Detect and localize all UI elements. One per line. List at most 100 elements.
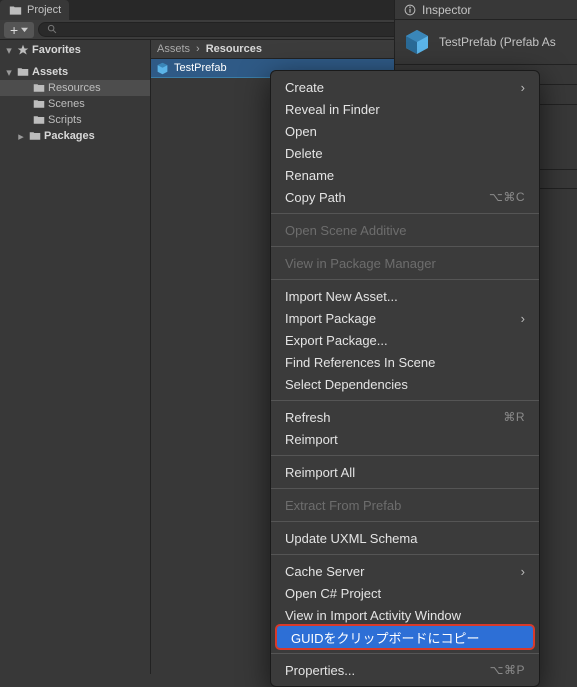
prefab-icon (155, 61, 169, 75)
menu-create[interactable]: Create › (271, 76, 539, 98)
separator (271, 653, 539, 654)
separator (271, 455, 539, 456)
menu-select-dependencies[interactable]: Select Dependencies (271, 373, 539, 395)
menu-label: View in Import Activity Window (285, 608, 461, 623)
menu-delete[interactable]: Delete (271, 142, 539, 164)
chevron-right-icon: ▸ (16, 130, 26, 143)
info-icon (403, 3, 417, 17)
inspector-title: TestPrefab (Prefab As (439, 35, 556, 49)
folder-icon (16, 65, 30, 79)
chevron-down-icon: ▾ (4, 44, 14, 57)
menu-open[interactable]: Open (271, 120, 539, 142)
menu-export-package[interactable]: Export Package... (271, 329, 539, 351)
folder-icon (8, 3, 22, 17)
chevron-right-icon: › (196, 43, 200, 55)
menu-refresh[interactable]: Refresh⌘R (271, 406, 539, 428)
chevron-down-icon: ▾ (4, 66, 14, 79)
tab-project-label: Project (27, 4, 61, 16)
menu-find-references[interactable]: Find References In Scene (271, 351, 539, 373)
menu-label: Import New Asset... (285, 289, 398, 304)
star-icon (16, 43, 30, 57)
menu-label: GUIDをクリップボードにコピー (291, 628, 480, 647)
assets-header[interactable]: ▾ Assets (0, 64, 150, 80)
menu-label: Rename (285, 168, 334, 183)
chevron-right-icon: › (521, 311, 525, 326)
menu-import-new-asset[interactable]: Import New Asset... (271, 285, 539, 307)
menu-label: Open Scene Additive (285, 223, 406, 238)
menu-rename[interactable]: Rename (271, 164, 539, 186)
menu-cache-server[interactable]: Cache Server › (271, 560, 539, 582)
crumb-resources[interactable]: Resources (206, 43, 262, 55)
menu-open-csharp-project[interactable]: Open C# Project (271, 582, 539, 604)
separator (271, 521, 539, 522)
assets-label: Assets (32, 66, 68, 78)
inspector-tab-label: Inspector (422, 3, 471, 17)
menu-label: Cache Server (285, 564, 364, 579)
menu-label: Properties... (285, 663, 355, 678)
menu-extract-prefab: Extract From Prefab (271, 494, 539, 516)
menu-label: Reimport (285, 432, 338, 447)
separator (271, 554, 539, 555)
menu-view-package-manager: View in Package Manager (271, 252, 539, 274)
menu-label: Update UXML Schema (285, 531, 417, 546)
separator (271, 246, 539, 247)
search-icon (45, 23, 59, 37)
menu-open-scene-additive: Open Scene Additive (271, 219, 539, 241)
packages-label: Packages (44, 130, 95, 142)
menu-copy-path[interactable]: Copy Path ⌥⌘C (271, 186, 539, 208)
menu-label: Open (285, 124, 317, 139)
shortcut-label: ⌥⌘C (489, 190, 525, 204)
tab-project[interactable]: Project (0, 0, 69, 20)
menu-label: Open C# Project (285, 586, 381, 601)
tab-inspector[interactable]: Inspector (395, 0, 577, 20)
tree-item-resources[interactable]: Resources (0, 80, 150, 96)
favorites-label: Favorites (32, 44, 81, 56)
menu-label: Create (285, 80, 324, 95)
folder-icon (32, 81, 46, 95)
shortcut-label: ⌘R (503, 410, 525, 424)
scripts-label: Scripts (48, 114, 82, 126)
menu-properties[interactable]: Properties... ⌥⌘P (271, 659, 539, 681)
dropdown-caret-icon (21, 26, 28, 33)
separator (271, 279, 539, 280)
menu-label: Reimport All (285, 465, 355, 480)
menu-import-package[interactable]: Import Package › (271, 307, 539, 329)
tree-item-scenes[interactable]: Scenes (0, 96, 150, 112)
folder-tree: ▾ Favorites ▾ Assets Resources Scenes Sc… (0, 40, 151, 674)
add-button[interactable]: + (4, 22, 34, 38)
menu-update-uxml[interactable]: Update UXML Schema (271, 527, 539, 549)
menu-label: Find References In Scene (285, 355, 435, 370)
folder-icon (32, 113, 46, 127)
menu-guid-copy[interactable]: GUIDをクリップボードにコピー (277, 626, 533, 648)
plus-icon: + (10, 23, 18, 37)
menu-view-import-activity[interactable]: View in Import Activity Window (271, 604, 539, 626)
menu-label: Select Dependencies (285, 377, 408, 392)
packages-header[interactable]: ▸ Packages (0, 128, 150, 144)
asset-name: TestPrefab (174, 62, 227, 74)
scenes-label: Scenes (48, 98, 85, 110)
menu-label: Export Package... (285, 333, 388, 348)
chevron-right-icon: › (521, 80, 525, 95)
menu-label: Import Package (285, 311, 376, 326)
menu-label: Reveal in Finder (285, 102, 380, 117)
menu-label: Delete (285, 146, 323, 161)
menu-label: View in Package Manager (285, 256, 436, 271)
menu-label: Extract From Prefab (285, 498, 401, 513)
separator (271, 213, 539, 214)
separator (271, 400, 539, 401)
menu-reimport-all[interactable]: Reimport All (271, 461, 539, 483)
menu-label: Copy Path (285, 190, 346, 205)
context-menu: Create › Reveal in Finder Open Delete Ren… (270, 70, 540, 687)
separator (271, 488, 539, 489)
prefab-cube-icon (403, 28, 431, 56)
folder-icon (28, 129, 42, 143)
crumb-assets[interactable]: Assets (157, 43, 190, 55)
menu-reveal-finder[interactable]: Reveal in Finder (271, 98, 539, 120)
inspector-header: TestPrefab (Prefab As (395, 20, 577, 65)
menu-reimport[interactable]: Reimport (271, 428, 539, 450)
resources-label: Resources (48, 82, 101, 94)
chevron-right-icon: › (521, 564, 525, 579)
tree-item-scripts[interactable]: Scripts (0, 112, 150, 128)
shortcut-label: ⌥⌘P (490, 663, 525, 677)
favorites-header[interactable]: ▾ Favorites (0, 42, 150, 58)
